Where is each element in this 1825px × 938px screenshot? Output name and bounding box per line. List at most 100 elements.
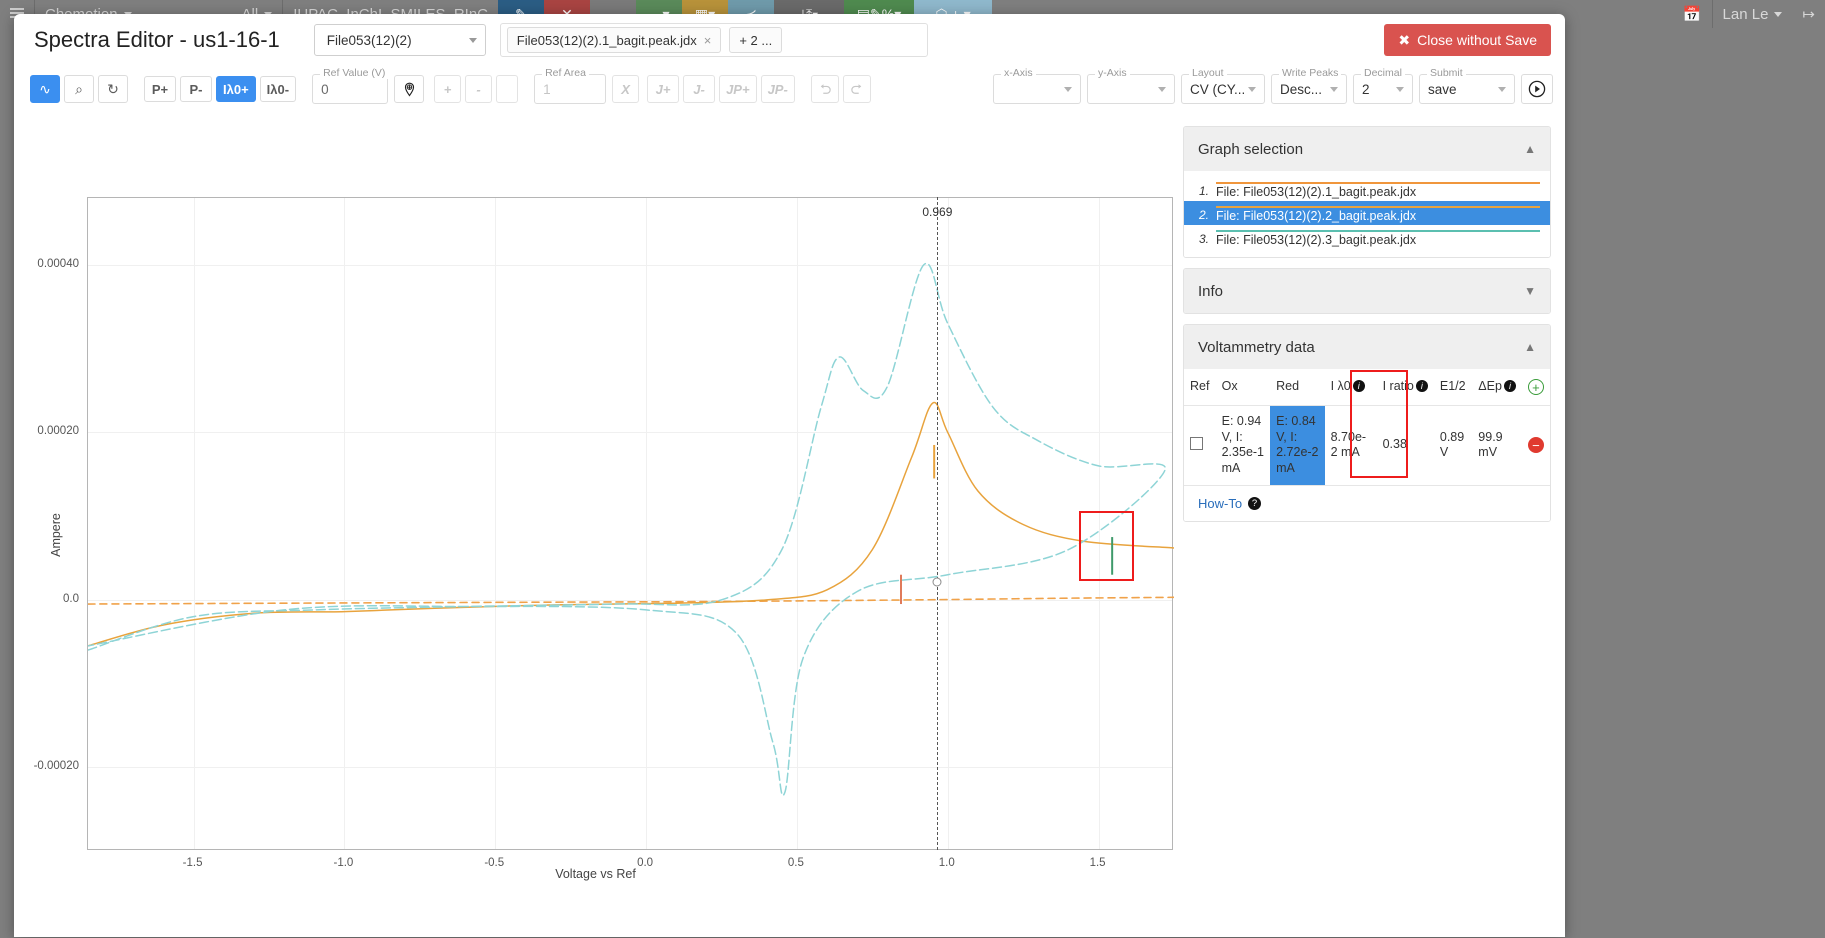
cursor-drag-handle[interactable] <box>933 578 942 587</box>
chart-line-series <box>88 597 1174 604</box>
undo-icon <box>818 83 832 95</box>
close-without-save-button[interactable]: ✖ Close without Save <box>1384 24 1551 56</box>
write-peaks-select[interactable]: Write Peaks Desc... <box>1271 74 1347 104</box>
ilambda-highlight-box <box>1079 511 1133 581</box>
decimal-select[interactable]: Decimal 2 <box>1353 74 1413 104</box>
peak-tools-group: P+ P- Iλ0+ Iλ0- <box>144 76 300 102</box>
submit-select[interactable]: Submit save <box>1419 74 1515 104</box>
cell-ox[interactable]: E: 0.94 V, I: 2.35e-1 mA <box>1216 406 1271 486</box>
minus-circle-icon[interactable]: − <box>1528 437 1544 453</box>
modal-header: Spectra Editor - us1-16-1 File053(12)(2)… <box>14 14 1565 66</box>
plus-circle-icon[interactable]: + <box>1528 379 1544 395</box>
peak-remove-button[interactable]: P- <box>180 76 212 102</box>
layout-select[interactable]: Layout CV (CY... <box>1181 74 1265 104</box>
j-plus-label: J+ <box>656 82 671 97</box>
chevron-down-icon <box>1330 87 1338 92</box>
graph-selection-item-3[interactable]: 3. File: File053(12)(2).3_bagit.peak.jdx <box>1184 225 1550 249</box>
graph-selection-item-2[interactable]: 2. File: File053(12)(2).2_bagit.peak.jdx <box>1184 201 1550 225</box>
zoom-select-tool[interactable]: ⌕ <box>64 75 94 103</box>
blank-stepper-button[interactable] <box>496 75 518 103</box>
editor-toolbar: ∿ ⌕ ↻ P+ P- Iλ0+ <box>14 66 1565 112</box>
ref-checkbox[interactable] <box>1190 437 1203 450</box>
clear-ref-button[interactable]: X <box>612 75 639 103</box>
submit-value: save <box>1428 82 1457 97</box>
line-chart-icon: ∿ <box>39 81 51 98</box>
th-ref: Ref <box>1184 369 1216 406</box>
logout-icon[interactable]: ↦ <box>1792 0 1825 28</box>
y-axis-select[interactable]: y-Axis <box>1087 74 1175 104</box>
info-header[interactable]: Info ▼ <box>1184 269 1550 313</box>
how-to-link[interactable]: How-To ? <box>1184 486 1550 521</box>
play-circle-icon <box>1528 80 1546 98</box>
ilambda-add-button[interactable]: Iλ0+ <box>216 76 256 102</box>
graph-selection-item-1[interactable]: 1. File: File053(12)(2).1_bagit.peak.jdx <box>1184 177 1550 201</box>
close-icon[interactable]: × <box>704 33 712 48</box>
editor-content: Ampere 0.000400.000200.0-0.00020 -1.5-1.… <box>14 112 1565 937</box>
th-iratio-label: I ratio <box>1383 379 1414 393</box>
ref-value-input[interactable]: 0 <box>321 82 329 97</box>
cell-ref[interactable] <box>1184 406 1216 486</box>
info-card: Info ▼ <box>1183 268 1551 314</box>
x-axis-select[interactable]: x-Axis <box>993 74 1081 104</box>
info-icon[interactable]: i <box>1504 380 1516 392</box>
th-ox: Ox <box>1216 369 1271 406</box>
jp-minus-label: JP- <box>768 82 788 97</box>
file-select-dropdown[interactable]: File053(12)(2) <box>314 24 486 56</box>
jp-minus-button[interactable]: JP- <box>761 75 795 103</box>
plot-area[interactable] <box>87 197 1173 850</box>
cell-iratio[interactable]: 0.38 <box>1377 406 1434 486</box>
chevron-down-icon <box>1498 87 1506 92</box>
run-submit-button[interactable] <box>1521 74 1553 104</box>
cell-ilambda0[interactable]: 8.70e-2 mA <box>1325 406 1377 486</box>
ref-area-input[interactable]: 1 <box>543 82 551 97</box>
y-axis-tick-label: -0.00020 <box>34 760 79 772</box>
history-group <box>811 75 875 103</box>
chevron-down-icon[interactable]: ▼ <box>1524 284 1536 298</box>
user-menu[interactable]: Lan Le <box>1713 0 1793 28</box>
graph-selection-list: 1. File: File053(12)(2).1_bagit.peak.jdx… <box>1184 171 1550 257</box>
cell-delta-ep[interactable]: 99.9 mV <box>1472 406 1522 486</box>
voltammetry-header[interactable]: Voltammetry data ▲ <box>1184 325 1550 369</box>
jp-plus-button[interactable]: JP+ <box>719 75 757 103</box>
chevron-down-icon <box>1396 87 1404 92</box>
zoom-select-icon: ⌕ <box>75 81 83 98</box>
graph-selection-header[interactable]: Graph selection ▲ <box>1184 127 1550 171</box>
cell-red[interactable]: E: 0.84 V, I: 2.72e-2 mA <box>1270 406 1325 486</box>
peak-add-button[interactable]: P+ <box>144 76 176 102</box>
line-chart-tool[interactable]: ∿ <box>30 75 60 103</box>
screen-root: Chemotion All IUPAC, InChI, SMILES, RInC… <box>0 0 1825 938</box>
chevron-up-icon[interactable]: ▲ <box>1524 142 1536 156</box>
info-icon[interactable]: i <box>1416 380 1428 392</box>
redo-button[interactable] <box>843 75 871 103</box>
graph-selection-title: Graph selection <box>1198 141 1303 158</box>
info-icon[interactable]: i <box>1353 380 1365 392</box>
page-title: Spectra Editor - us1-16-1 <box>34 27 280 53</box>
calendar-icon[interactable]: 📅 <box>1673 0 1713 28</box>
cell-remove[interactable]: − <box>1522 406 1550 486</box>
zoom-reset-tool[interactable]: ↻ <box>98 75 128 103</box>
decrement-button[interactable]: - <box>465 75 492 103</box>
voltammetry-table: Ref Ox Red I λ0i I ratioi E1/2 <box>1184 369 1550 486</box>
set-ref-pin-button[interactable] <box>394 75 424 103</box>
location-pin-icon <box>402 82 417 97</box>
y-axis-tick-label: 0.00040 <box>37 258 79 270</box>
increment-button[interactable]: + <box>434 75 461 103</box>
question-circle-icon[interactable]: ? <box>1248 497 1261 510</box>
ref-value-field[interactable]: Ref Value (V) 0 <box>312 74 388 104</box>
chevron-up-icon[interactable]: ▲ <box>1524 340 1536 354</box>
chart-x-axis-label: Voltage vs Ref <box>14 867 1177 881</box>
info-title: Info <box>1198 283 1223 300</box>
j-minus-button[interactable]: J- <box>683 75 715 103</box>
ref-area-field[interactable]: Ref Area 1 <box>534 74 606 104</box>
view-tools-group: ∿ ⌕ ↻ <box>30 75 132 103</box>
spectra-chart[interactable]: Ampere 0.000400.000200.0-0.00020 -1.5-1.… <box>14 112 1177 937</box>
more-files-chip[interactable]: + 2 ... <box>729 27 782 53</box>
ilambda-remove-button[interactable]: Iλ0- <box>260 76 296 102</box>
clear-ref-label: X <box>621 82 630 97</box>
undo-button[interactable] <box>811 75 839 103</box>
j-plus-button[interactable]: J+ <box>647 75 679 103</box>
table-row[interactable]: E: 0.94 V, I: 2.35e-1 mA E: 0.84 V, I: 2… <box>1184 406 1550 486</box>
cell-e12[interactable]: 0.89 V <box>1434 406 1472 486</box>
file-chip[interactable]: File053(12)(2).1_bagit.peak.jdx × <box>507 27 722 53</box>
ref-area-label: Ref Area <box>542 67 589 79</box>
